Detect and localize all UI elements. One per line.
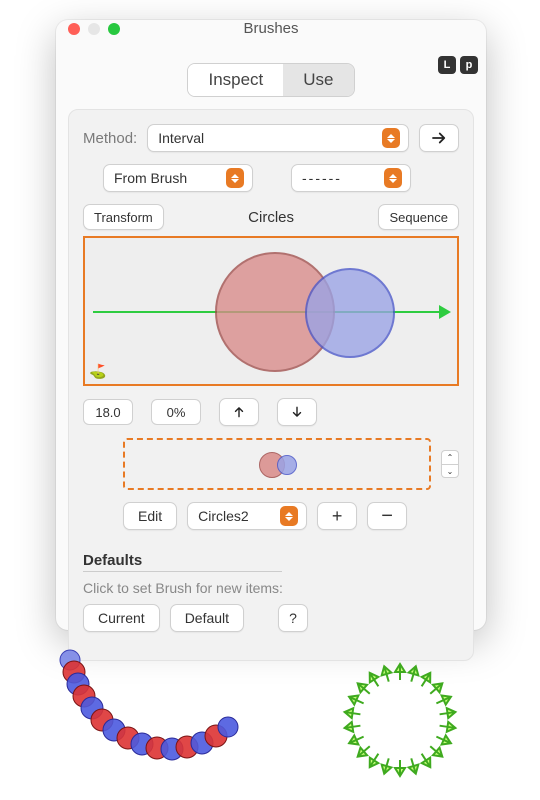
add-brush-button[interactable]: + — [317, 502, 357, 530]
plus-icon: + — [332, 506, 343, 527]
chevron-updown-icon — [382, 128, 400, 148]
pattern-popup[interactable]: ------ — [291, 164, 411, 192]
set-default-button[interactable]: Default — [170, 604, 244, 632]
remove-brush-button[interactable]: − — [367, 502, 407, 530]
transform-button[interactable]: Transform — [83, 204, 164, 230]
titlebar: Brushes — [56, 20, 486, 37]
edit-brush-button[interactable]: Edit — [123, 502, 177, 530]
swatch-stepper: ⌃ ⌄ — [441, 450, 459, 478]
pattern-value: ------ — [302, 170, 342, 186]
use-panel: Method: Interval From Brush ------ — [68, 109, 474, 661]
offset-field[interactable]: 0% — [151, 399, 201, 425]
help-icon: ? — [289, 610, 297, 626]
tab-inspect[interactable]: Inspect — [188, 64, 283, 96]
preview-label: Circles — [186, 209, 357, 226]
brush-swatch[interactable] — [123, 438, 431, 490]
brushes-window: Brushes L p Inspect Use Method: Interval — [56, 20, 486, 630]
method-popup[interactable]: Interval — [147, 124, 409, 152]
method-value: Interval — [158, 130, 204, 146]
apply-button[interactable] — [419, 124, 459, 152]
chevron-updown-icon — [226, 168, 244, 188]
set-current-default-button[interactable]: Current — [83, 604, 160, 632]
corner-toggles: L p — [438, 56, 478, 74]
window-zoom[interactable] — [108, 23, 120, 35]
origin-marker-icon: ⛳ — [89, 363, 106, 380]
traffic-lights — [68, 23, 120, 35]
mode-tabs: Inspect Use — [56, 63, 486, 97]
example-arrow-ring — [300, 640, 500, 800]
method-label: Method: — [83, 130, 137, 147]
move-up-button[interactable] — [219, 398, 259, 426]
spacing-field[interactable]: 18.0 — [83, 399, 133, 425]
arrow-down-icon — [290, 405, 304, 419]
brush-name-value: Circles2 — [198, 508, 249, 524]
window-minimize[interactable] — [88, 23, 100, 35]
minus-icon: − — [381, 505, 393, 528]
preview-shape-blue — [305, 268, 395, 358]
move-down-button[interactable] — [277, 398, 317, 426]
swatch-blue-icon — [277, 455, 297, 475]
example-bead-stroke — [30, 640, 290, 800]
brush-name-popup[interactable]: Circles2 — [187, 502, 307, 530]
sequence-button[interactable]: Sequence — [378, 204, 459, 230]
example-artwork — [0, 640, 540, 800]
window-title: Brushes — [243, 20, 298, 37]
arrow-up-icon — [232, 405, 246, 419]
brush-preview[interactable]: ⛳ — [83, 236, 459, 386]
source-value: From Brush — [114, 170, 187, 186]
source-popup[interactable]: From Brush — [103, 164, 253, 192]
chevron-updown-icon — [280, 506, 298, 526]
palette-toggle-icon[interactable]: p — [460, 56, 478, 74]
defaults-hint: Click to set Brush for new items: — [83, 580, 459, 596]
stepper-up[interactable]: ⌃ — [441, 450, 459, 464]
tab-use[interactable]: Use — [283, 64, 353, 96]
chevron-updown-icon — [384, 168, 402, 188]
help-button[interactable]: ? — [278, 604, 308, 632]
stepper-down[interactable]: ⌄ — [441, 464, 459, 478]
library-toggle-icon[interactable]: L — [438, 56, 456, 74]
arrow-right-icon — [430, 129, 448, 147]
defaults-heading: Defaults — [83, 552, 282, 572]
window-close[interactable] — [68, 23, 80, 35]
